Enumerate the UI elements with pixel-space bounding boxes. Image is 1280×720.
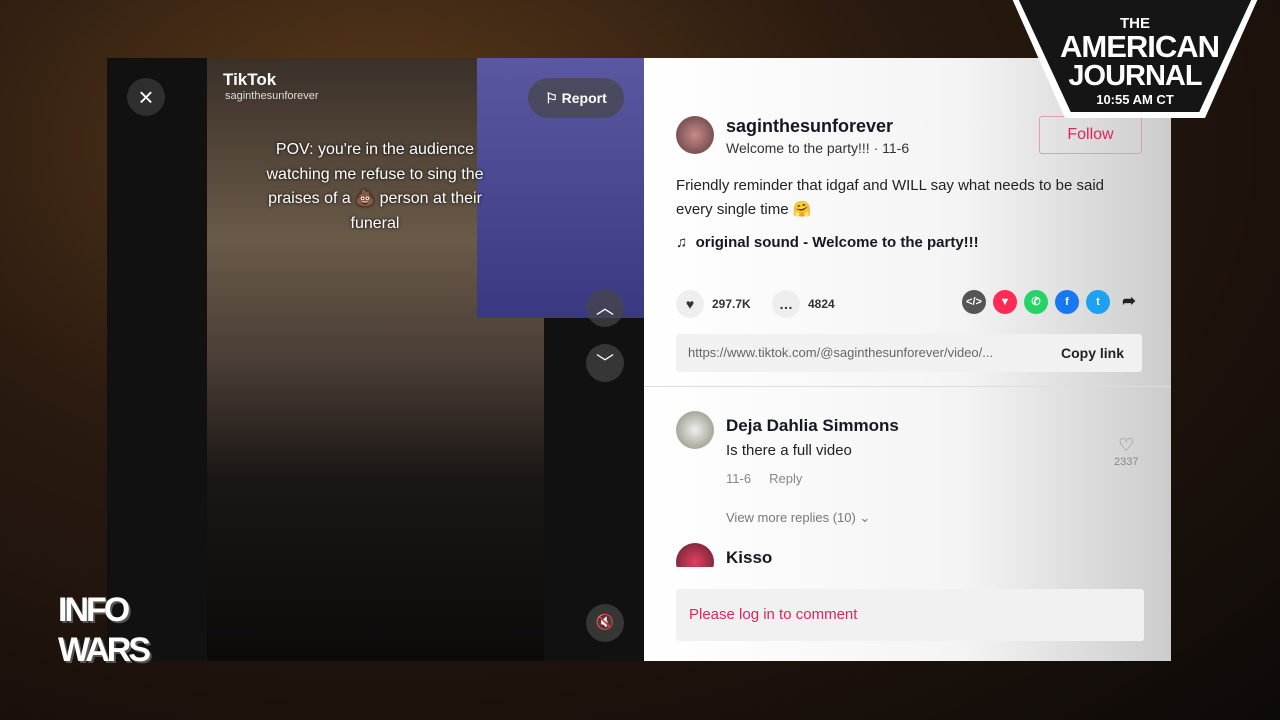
- twitter-icon[interactable]: t: [1086, 290, 1110, 314]
- login-to-comment[interactable]: Please log in to comment: [676, 589, 1144, 641]
- comment-author[interactable]: Kisso: [726, 548, 772, 567]
- post-subtitle: Welcome to the party!!! · 11-6: [726, 140, 910, 156]
- whatsapp-icon[interactable]: ✆: [1024, 290, 1048, 314]
- share-arrow-icon[interactable]: ➦: [1117, 290, 1141, 314]
- show-time: 10:55 AM CT: [1096, 92, 1174, 107]
- show-title: THE AMERICAN JOURNAL 10:55 AM CT: [1060, 15, 1220, 107]
- comment-meta: 11-6 Reply: [726, 471, 803, 486]
- comment-text: Is there a full video: [726, 442, 852, 459]
- avatar[interactable]: [676, 543, 714, 567]
- reply-button[interactable]: Reply: [769, 471, 802, 486]
- chevron-down-icon[interactable]: ﹀: [586, 344, 624, 382]
- post-description: Friendly reminder that idgaf and WILL sa…: [676, 177, 1105, 218]
- comment-icon: …: [772, 290, 800, 318]
- heart-icon: ♥: [676, 290, 704, 318]
- comment-like[interactable]: ♡ 2337: [1114, 435, 1138, 468]
- flag-icon: ⚐: [545, 90, 558, 106]
- music-note-icon: ♫: [676, 234, 688, 251]
- like-button[interactable]: ♥ 297.7K: [676, 290, 751, 318]
- view-more-replies[interactable]: View more replies (10) ⌄: [726, 510, 870, 526]
- facebook-icon[interactable]: f: [1055, 290, 1079, 314]
- sound-link[interactable]: ♫ original sound - Welcome to the party!…: [676, 234, 979, 251]
- chevron-up-icon[interactable]: ︿: [586, 289, 624, 327]
- tiktok-modal: × TikTok saginthesunforever ⚐ Report POV:…: [107, 58, 1171, 661]
- share-buttons: </> ▼ ✆ f t ➦: [962, 290, 1141, 314]
- comment-list[interactable]: Deja Dahlia Simmons Is there a full vide…: [644, 387, 1171, 567]
- embed-icon[interactable]: </>: [962, 290, 986, 314]
- report-button[interactable]: ⚐ Report: [528, 78, 624, 118]
- video-caption: POV: you're in the audience watching me …: [266, 141, 484, 232]
- comment-button[interactable]: … 4824: [772, 290, 835, 318]
- close-icon[interactable]: ×: [127, 78, 165, 116]
- mute-icon[interactable]: 🔇: [586, 604, 624, 642]
- heart-outline-icon: ♡: [1118, 435, 1135, 455]
- tiktok-logo: TikTok saginthesunforever: [223, 70, 319, 102]
- post-details: saginthesunforever Welcome to the party!…: [644, 58, 1171, 661]
- infowars-logo: INFO WARS: [58, 591, 151, 669]
- copy-link-button[interactable]: Copy link: [1061, 334, 1124, 372]
- avatar[interactable]: [676, 411, 714, 449]
- video-player[interactable]: × TikTok saginthesunforever ⚐ Report POV:…: [107, 58, 644, 661]
- post-username[interactable]: saginthesunforever: [726, 116, 893, 137]
- follow-button[interactable]: Follow: [1039, 116, 1142, 154]
- comment-author[interactable]: Deja Dahlia Simmons: [726, 416, 899, 436]
- send-icon[interactable]: ▼: [993, 290, 1017, 314]
- copy-link-bar: https://www.tiktok.com/@saginthesunforev…: [676, 334, 1142, 372]
- video-url: https://www.tiktok.com/@saginthesunforev…: [688, 345, 994, 360]
- avatar[interactable]: [676, 116, 714, 154]
